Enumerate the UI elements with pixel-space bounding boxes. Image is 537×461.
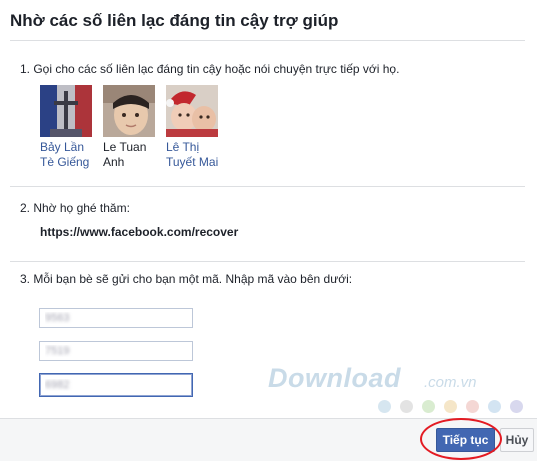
contact-avatar[interactable] (166, 85, 218, 137)
contact-name-line1[interactable]: Bảy Lần (40, 140, 100, 155)
contact-name-line2[interactable]: Tè Giếng (40, 155, 100, 170)
contact-avatar[interactable] (103, 85, 155, 137)
contact-name-line2: Anh (103, 155, 125, 169)
contact-name-line2[interactable]: Tuyết Mai (166, 155, 226, 170)
step3-instruction: 3. Mỗi bạn bè sẽ gửi cho bạn một mã. Nhậ… (20, 272, 353, 286)
contact-card[interactable]: Bảy Lần Tè Giếng (40, 85, 100, 170)
watermark-dot (378, 400, 391, 413)
divider-top (10, 40, 525, 41)
watermark-dot (466, 400, 479, 413)
recover-url: https://www.facebook.com/recover (40, 225, 239, 239)
step2-instruction: 2. Nhờ họ ghé thăm: (20, 201, 130, 215)
contact-name-line1: Le Tuan (103, 140, 147, 154)
watermark-dot (510, 400, 523, 413)
contact-avatar[interactable] (40, 85, 92, 137)
code-input-2[interactable] (39, 341, 193, 361)
code-input-1[interactable] (39, 308, 193, 328)
cancel-button[interactable]: Hủy (500, 428, 534, 452)
continue-button[interactable]: Tiếp tục (436, 428, 495, 452)
contact-card[interactable]: Lê Thị Tuyết Mai (166, 85, 226, 170)
divider-step2 (10, 261, 525, 262)
watermark-dot (488, 400, 501, 413)
watermark-brand: Download (268, 363, 401, 393)
divider-step1 (10, 186, 525, 187)
contact-card[interactable]: Le Tuan Anh (103, 85, 163, 170)
watermark-dot (400, 400, 413, 413)
dialog-title: Nhờ các số liên lạc đáng tin cậy trợ giú… (10, 11, 339, 30)
step1-instruction: 1. Gọi cho các số liên lạc đáng tin cậy … (20, 62, 400, 76)
code-input-3[interactable] (39, 373, 193, 397)
contact-name-line1[interactable]: Lê Thị (166, 140, 226, 155)
watermark-dot (444, 400, 457, 413)
watermark-suffix: .com.vn (424, 374, 477, 391)
watermark-dot (422, 400, 435, 413)
